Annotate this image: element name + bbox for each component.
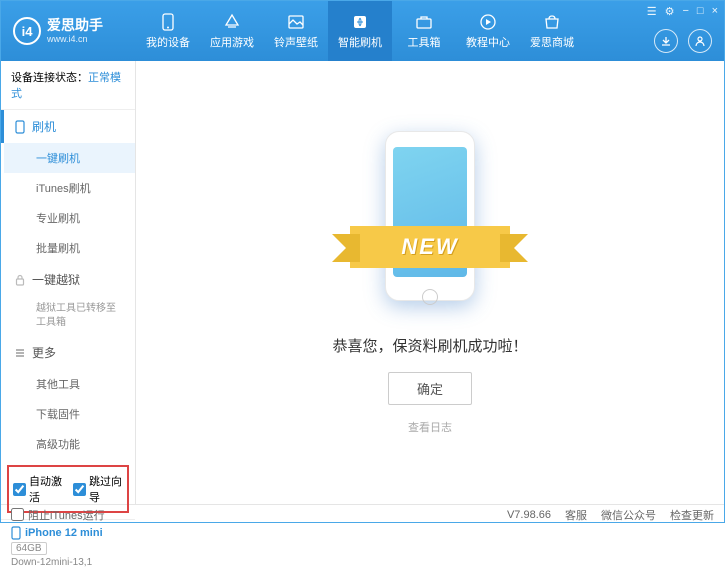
menu-icon[interactable]: ☰ xyxy=(647,5,657,18)
device-model: Down-12mini-13,1 xyxy=(11,557,125,568)
nav-label: 我的设备 xyxy=(146,34,190,50)
flash-icon xyxy=(351,13,369,31)
nav-tutorials[interactable]: 教程中心 xyxy=(456,1,520,61)
success-illustration: NEW xyxy=(360,131,500,311)
nav-label: 教程中心 xyxy=(466,34,510,50)
nav-toolbox[interactable]: 工具箱 xyxy=(392,1,456,61)
nav-store[interactable]: 爱思商城 xyxy=(520,1,584,61)
auto-activate-checkbox[interactable]: 自动激活 xyxy=(13,473,63,505)
header-right-buttons xyxy=(654,29,712,53)
sidebar-item-itunes-flash[interactable]: iTunes刷机 xyxy=(4,173,135,203)
user-button[interactable] xyxy=(688,29,712,53)
app-logo-icon: i4 xyxy=(13,17,41,45)
sidebar-header-label: 刷机 xyxy=(32,118,56,135)
sidebar-header-label: 一键越狱 xyxy=(32,271,80,288)
sidebar-item-oneclick-flash[interactable]: 一键刷机 xyxy=(4,143,135,173)
sidebar-item-other-tools[interactable]: 其他工具 xyxy=(4,369,135,399)
app-name: 爱思助手 xyxy=(47,18,103,33)
sidebar-item-advanced[interactable]: 高级功能 xyxy=(4,429,135,459)
device-name: iPhone 12 mini xyxy=(11,526,125,540)
sidebar: 设备连接状态：正常模式 刷机 一键刷机 iTunes刷机 专业刷机 批量刷机 一… xyxy=(1,61,136,504)
device-storage: 64GB xyxy=(11,542,47,555)
nav-label: 爱思商城 xyxy=(530,34,574,50)
sidebar-item-download-fw[interactable]: 下载固件 xyxy=(4,399,135,429)
footer-wechat-link[interactable]: 微信公众号 xyxy=(601,507,656,523)
checkbox-label: 阻止iTunes运行 xyxy=(28,507,105,523)
device-info[interactable]: iPhone 12 mini 64GB Down-12mini-13,1 xyxy=(1,519,135,574)
wallpaper-icon xyxy=(287,13,305,31)
sidebar-header-label: 更多 xyxy=(32,344,56,361)
main-content: NEW 恭喜您，保资料刷机成功啦！ 确定 查看日志 xyxy=(136,61,724,504)
confirm-button[interactable]: 确定 xyxy=(388,372,472,405)
device-phone-icon xyxy=(11,526,21,540)
status-label: 设备连接状态： xyxy=(11,72,88,84)
apps-icon xyxy=(223,13,241,31)
sidebar-jailbreak-header[interactable]: 一键越狱 xyxy=(4,263,135,296)
download-button[interactable] xyxy=(654,29,678,53)
nav-ringtones[interactable]: 铃声壁纸 xyxy=(264,1,328,61)
maximize-icon[interactable]: □ xyxy=(697,5,704,18)
connection-status: 设备连接状态：正常模式 xyxy=(1,61,135,110)
version-label: V7.98.66 xyxy=(507,509,551,521)
block-itunes-checkbox[interactable]: 阻止iTunes运行 xyxy=(11,507,105,523)
nav-label: 铃声壁纸 xyxy=(274,34,318,50)
phone-small-icon xyxy=(14,120,26,134)
footer-update-link[interactable]: 检查更新 xyxy=(670,507,714,523)
app-url: www.i4.cn xyxy=(47,34,103,44)
sidebar-item-pro-flash[interactable]: 专业刷机 xyxy=(4,203,135,233)
view-log-link[interactable]: 查看日志 xyxy=(408,419,452,435)
toolbox-icon xyxy=(415,13,433,31)
sidebar-flash-header[interactable]: 刷机 xyxy=(1,110,135,143)
nav-label: 应用游戏 xyxy=(210,34,254,50)
phone-icon xyxy=(159,13,177,31)
checkbox-label: 自动激活 xyxy=(29,473,63,505)
main-nav: 我的设备 应用游戏 铃声壁纸 智能刷机 工具箱 教程中心 爱思商城 xyxy=(136,1,724,61)
menu-lines-icon xyxy=(14,347,26,359)
sidebar-more-header[interactable]: 更多 xyxy=(4,336,135,369)
new-ribbon: NEW xyxy=(350,226,510,268)
footer-support-link[interactable]: 客服 xyxy=(565,507,587,523)
window-controls: ☰ ⚙ − □ × xyxy=(647,5,718,18)
success-message: 恭喜您，保资料刷机成功啦！ xyxy=(332,335,527,356)
skip-guide-checkbox[interactable]: 跳过向导 xyxy=(73,473,123,505)
store-icon xyxy=(543,13,561,31)
minimize-icon[interactable]: − xyxy=(682,5,688,18)
nav-my-device[interactable]: 我的设备 xyxy=(136,1,200,61)
settings-icon[interactable]: ⚙ xyxy=(665,5,675,18)
logo-area: i4 爱思助手 www.i4.cn xyxy=(1,17,136,45)
nav-label: 智能刷机 xyxy=(338,34,382,50)
nav-apps-games[interactable]: 应用游戏 xyxy=(200,1,264,61)
title-bar: i4 爱思助手 www.i4.cn 我的设备 应用游戏 铃声壁纸 智能刷机 工具… xyxy=(1,1,724,61)
tutorial-icon xyxy=(479,13,497,31)
phone-home-icon xyxy=(422,289,438,305)
close-icon[interactable]: × xyxy=(712,5,718,18)
nav-label: 工具箱 xyxy=(408,34,441,50)
sidebar-item-batch-flash[interactable]: 批量刷机 xyxy=(4,233,135,263)
jailbreak-note: 越狱工具已转移至工具箱 xyxy=(4,296,135,336)
checkbox-label: 跳过向导 xyxy=(89,473,123,505)
lock-icon xyxy=(14,274,26,286)
nav-smart-flash[interactable]: 智能刷机 xyxy=(328,1,392,61)
